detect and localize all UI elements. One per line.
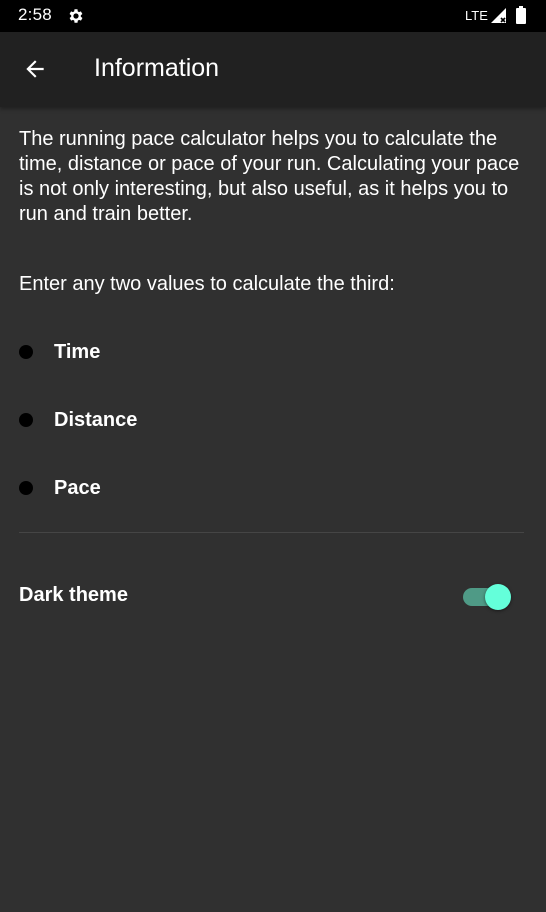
page-title: Information [94, 54, 220, 82]
bullet-icon [19, 481, 33, 495]
bullet-icon [19, 413, 33, 427]
network-type: LTE [465, 8, 488, 23]
dark-theme-toggle[interactable] [460, 580, 516, 614]
toggle-thumb [485, 584, 511, 610]
battery-icon [516, 6, 526, 24]
list-item-label: Time [54, 340, 101, 363]
app-bar: Information [0, 32, 546, 107]
back-button[interactable] [14, 48, 56, 90]
instructions-text: Enter any two values to calculate the th… [19, 273, 395, 295]
divider [19, 532, 524, 533]
arrow-back-icon [26, 60, 44, 78]
list-item-pace: Pace [19, 473, 101, 503]
bullet-icon [19, 345, 33, 359]
information-screen: 2:58 LTE Information The running pace ca… [0, 0, 546, 912]
status-bar: 2:58 LTE [0, 0, 546, 32]
gear-icon [69, 9, 83, 23]
status-time: 2:58 [18, 5, 52, 24]
list-item-label: Distance [54, 408, 138, 431]
dark-theme-label: Dark theme [19, 584, 128, 606]
list-item-label: Pace [54, 476, 101, 499]
list-item-time: Time [19, 337, 100, 367]
list-item-distance: Distance [19, 405, 137, 435]
intro-text: The running pace calculator helps you to… [19, 128, 520, 225]
signal-icon [491, 8, 506, 23]
